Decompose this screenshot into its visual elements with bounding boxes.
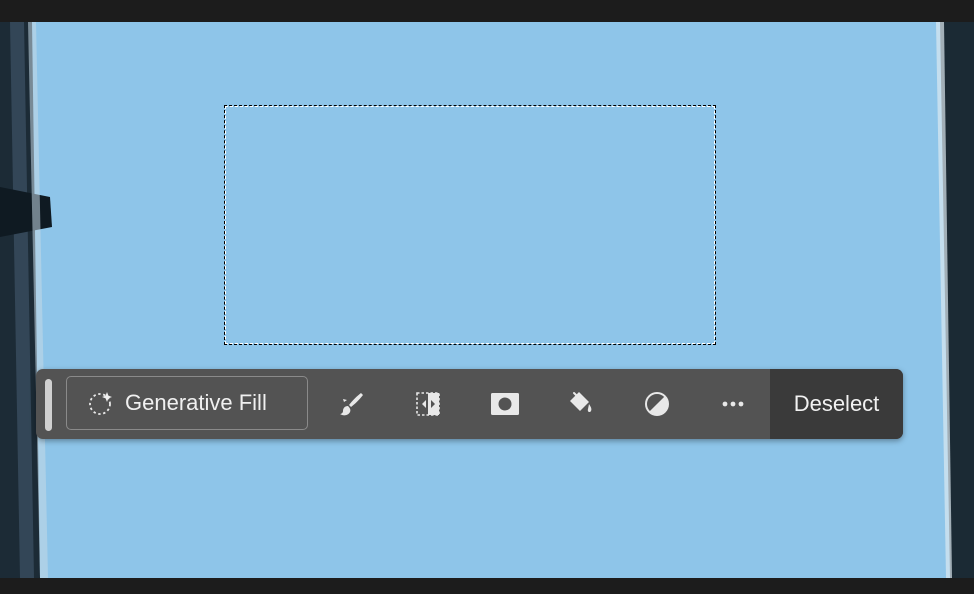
generative-fill-button[interactable]: Generative Fill (66, 376, 308, 430)
deselect-label: Deselect (793, 391, 880, 416)
brush-icon[interactable] (333, 386, 369, 422)
transform-selection-icon[interactable] (410, 386, 446, 422)
top-frame-strip (0, 0, 974, 22)
more-options-icon[interactable] (715, 386, 751, 422)
photoshop-window: Generative Fill Deselect (0, 0, 974, 594)
bottom-frame-strip (0, 578, 974, 594)
document-canvas[interactable] (0, 22, 974, 578)
taskbar-drag-handle[interactable] (45, 379, 52, 431)
mask-icon[interactable] (487, 386, 523, 422)
contextual-taskbar: Generative Fill Deselect (36, 369, 903, 439)
generative-fill-label: Generative Fill (125, 390, 267, 415)
generative-fill-icon (87, 389, 115, 417)
adjustment-icon[interactable] (639, 386, 675, 422)
marquee-selection[interactable] (224, 105, 716, 345)
fill-bucket-icon[interactable] (562, 386, 598, 422)
deselect-button[interactable]: Deselect (770, 369, 903, 439)
